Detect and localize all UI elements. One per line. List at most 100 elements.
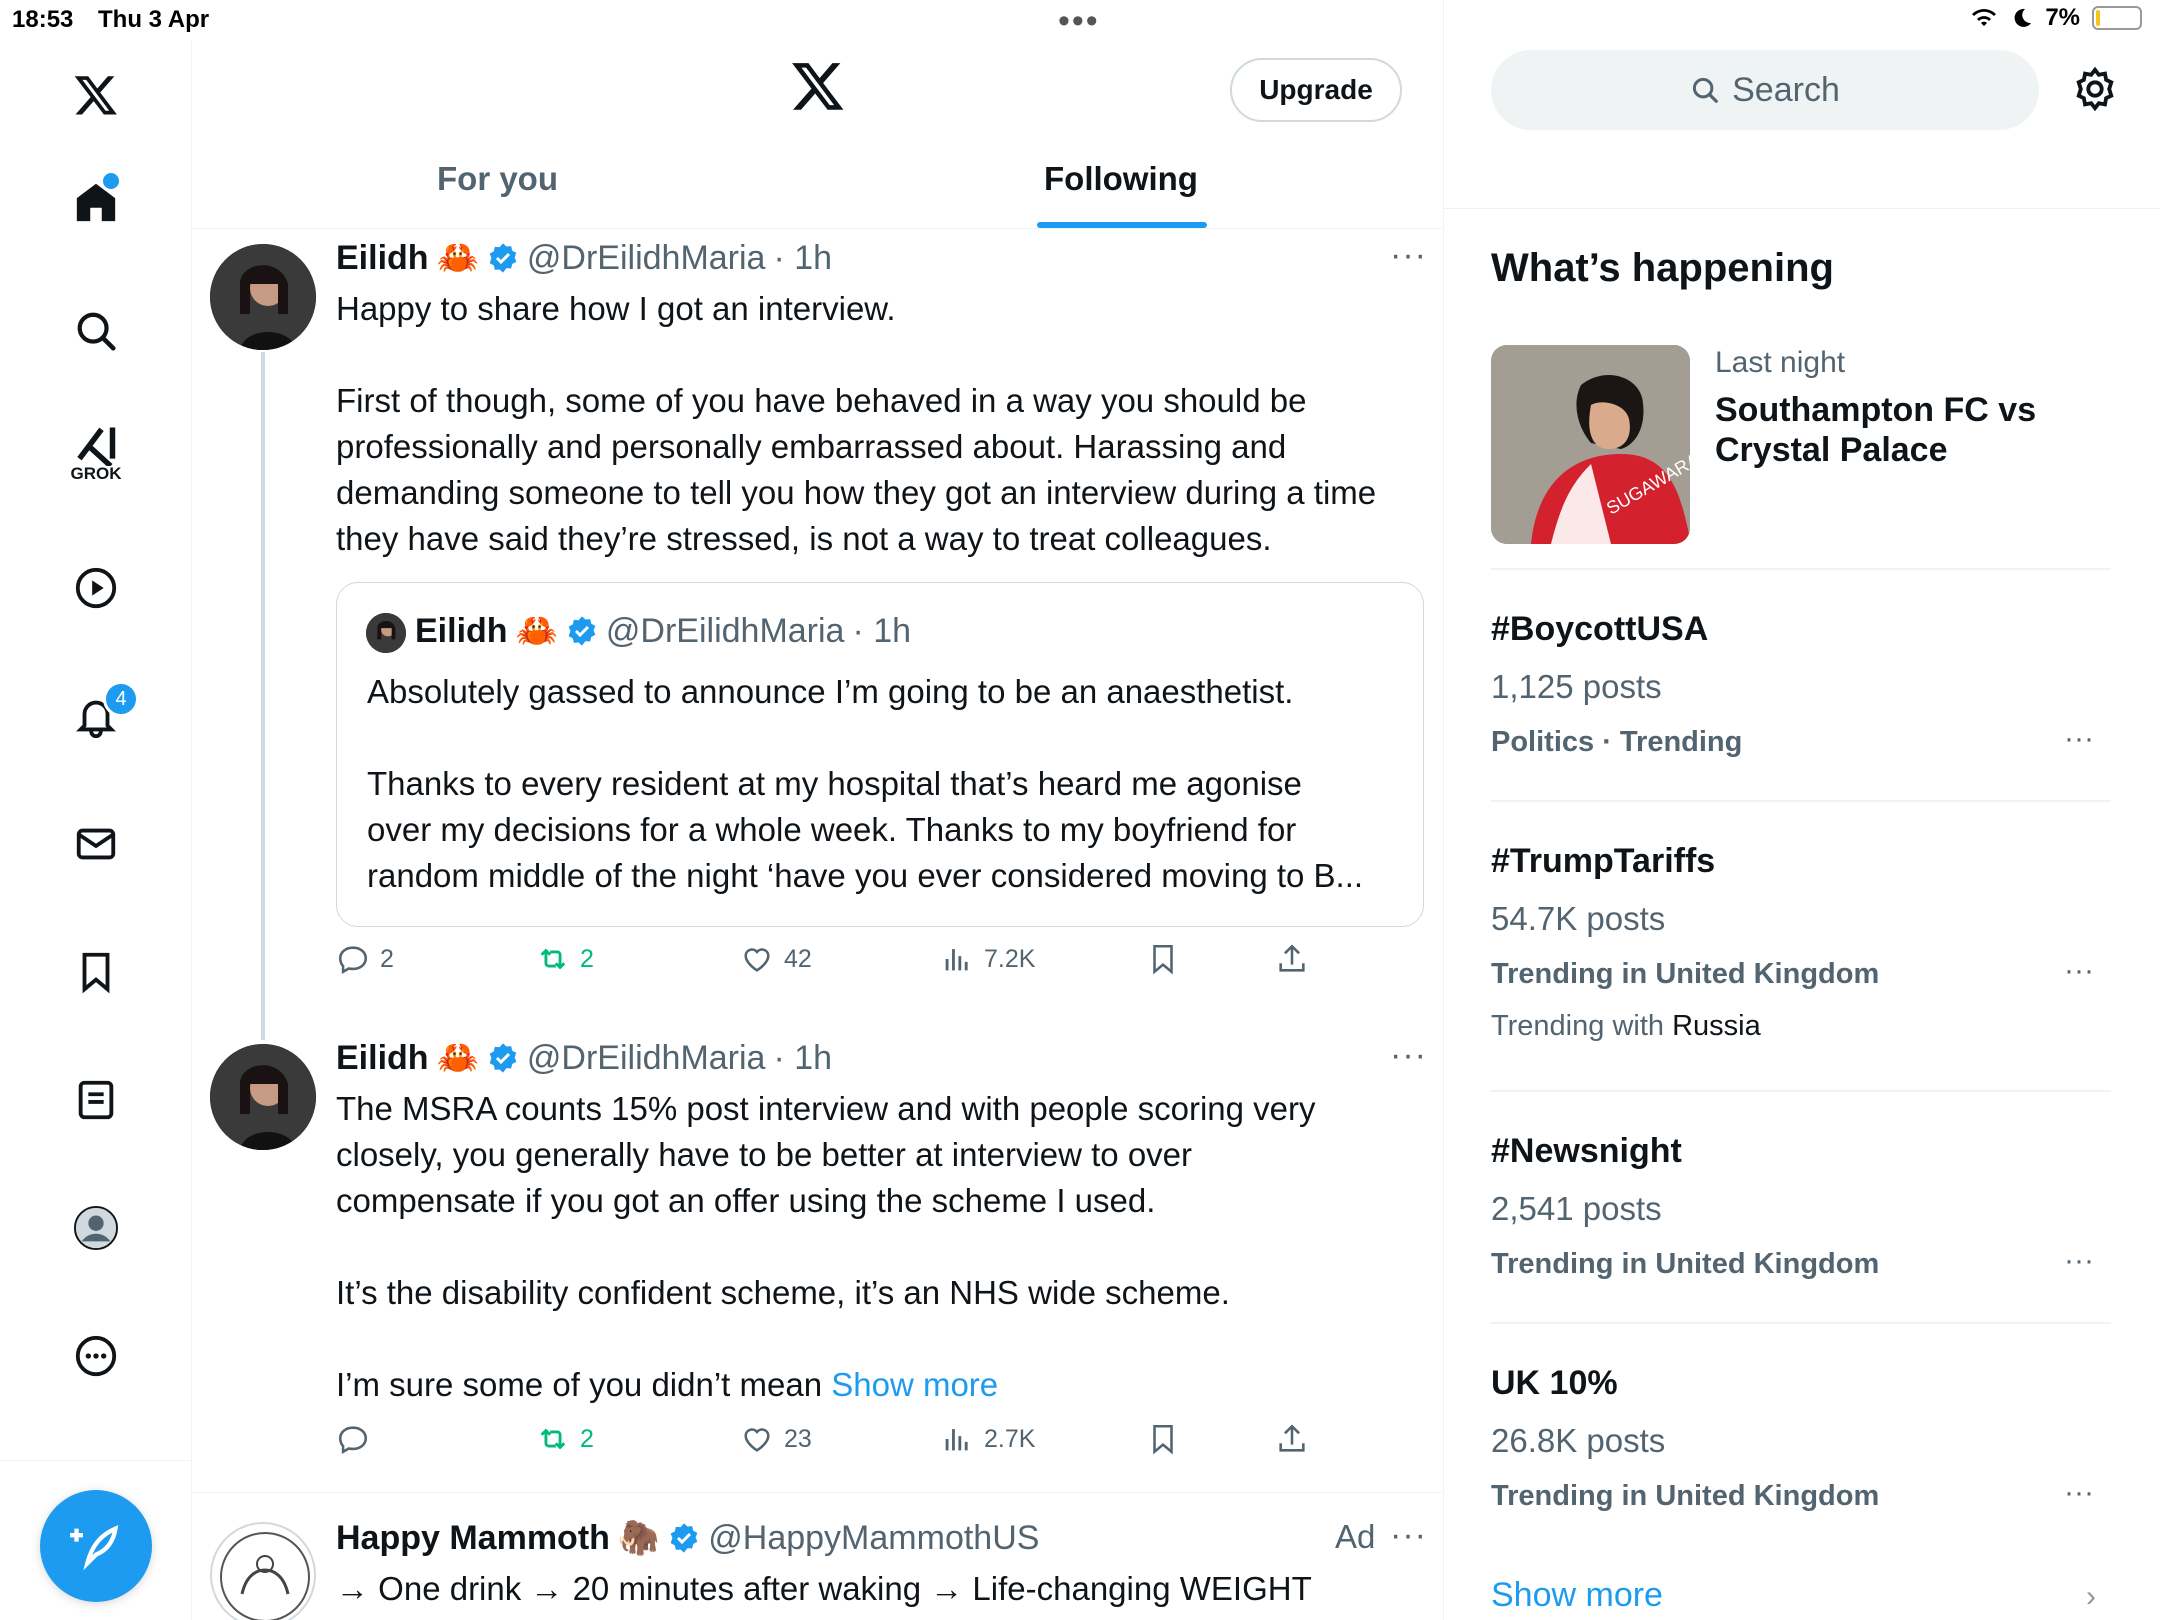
reply-button[interactable] <box>336 1422 380 1456</box>
retweet-button[interactable]: 2 <box>536 942 594 976</box>
trend-with-value[interactable]: Russia <box>1672 1010 1761 1042</box>
show-more-link[interactable]: Show more <box>1491 1576 1663 1615</box>
share-icon <box>1279 1424 1305 1452</box>
reply-icon <box>338 1426 368 1454</box>
news-time: Last night <box>1715 346 1846 379</box>
x-header-logo[interactable] <box>790 58 856 124</box>
reply-button[interactable]: 2 <box>336 942 394 976</box>
trend-more-icon[interactable]: ··· <box>2064 722 2094 756</box>
settings-icon[interactable] <box>2072 66 2118 117</box>
trend-meta: Trending in United Kingdom <box>1491 1248 1880 1280</box>
news-image[interactable]: SUGAWARA <box>1491 345 1690 544</box>
grok-icon[interactable]: GROK <box>63 420 129 486</box>
news-title[interactable]: Southampton FC vs Crystal Palace <box>1715 390 2036 470</box>
author-handle: @DrEilidhMaria <box>526 238 766 277</box>
retweet-count: 2 <box>580 944 594 973</box>
show-more-link[interactable]: Show more <box>831 1366 998 1403</box>
views-button[interactable]: 2.7K <box>940 1422 1035 1456</box>
video-icon[interactable] <box>63 555 129 621</box>
tweet-more-icon[interactable]: ··· <box>1390 1516 1427 1555</box>
lists-icon[interactable] <box>63 1067 129 1133</box>
views-count: 2.7K <box>984 1424 1036 1453</box>
trend-more-icon[interactable]: ··· <box>2064 1244 2094 1278</box>
tweet-author[interactable]: Eilidh 🦀 @DrEilidhMaria · 1h <box>336 1038 832 1078</box>
author-name: Happy Mammoth <box>336 1518 610 1557</box>
avatar[interactable] <box>210 244 316 350</box>
battery-icon <box>2092 6 2142 30</box>
search-icon <box>1693 77 1718 103</box>
column-divider <box>1443 0 1444 1620</box>
more-icon[interactable] <box>63 1323 129 1389</box>
tab-for-you[interactable]: For you <box>437 160 558 198</box>
status-time: 18:53 <box>12 6 74 33</box>
retweet-icon <box>540 1428 566 1450</box>
quote-text: Absolutely gassed to announce I’m going … <box>367 673 1364 894</box>
verified-icon <box>489 243 517 273</box>
tab-following[interactable]: Following <box>1044 160 1198 198</box>
author-emoji: 🦀 <box>436 239 479 277</box>
trend-divider <box>1491 568 2111 570</box>
trend-more-icon[interactable]: ··· <box>2064 954 2094 988</box>
notifications-icon[interactable]: 4 <box>63 681 139 749</box>
quoted-tweet[interactable]: Eilidh 🦀 @DrEilidhMaria · 1h Absolutely … <box>336 582 1424 927</box>
author-name: Eilidh <box>336 238 429 277</box>
trend-title[interactable]: #BoycottUSA <box>1491 610 1708 649</box>
bookmarks-icon[interactable] <box>63 939 129 1005</box>
avatar[interactable] <box>210 1044 316 1150</box>
bookmark-button[interactable] <box>1146 1422 1180 1456</box>
share-button[interactable] <box>1275 1422 1309 1456</box>
views-count: 7.2K <box>984 944 1036 973</box>
right-header-divider <box>1443 208 2160 209</box>
retweet-button[interactable]: 2 <box>536 1422 594 1456</box>
tweet-more-icon[interactable]: ··· <box>1390 1036 1427 1075</box>
home-icon[interactable] <box>63 169 129 235</box>
bookmark-icon <box>1153 944 1173 975</box>
trend-divider <box>1491 1322 2111 1324</box>
share-button[interactable] <box>1275 942 1309 976</box>
chevron-right-icon: › <box>2086 1580 2096 1613</box>
search-input[interactable]: Search <box>1491 50 2039 130</box>
tweet-actions: 2 23 2.7K <box>336 1422 1336 1466</box>
tweet-more-icon[interactable]: ··· <box>1390 236 1427 275</box>
sidebar: GROK 4 <box>0 40 192 1620</box>
trend-more-icon[interactable]: ··· <box>2064 1476 2094 1510</box>
tweet-time: · 1h <box>773 238 833 277</box>
trend-title[interactable]: #TrumpTariffs <box>1491 842 1715 881</box>
trend-with-prefix: Trending with <box>1491 1010 1673 1042</box>
profile-icon[interactable] <box>63 1195 129 1261</box>
trend-meta: Trending in United Kingdom <box>1491 1480 1880 1512</box>
like-button[interactable]: 23 <box>740 1422 812 1456</box>
quote-author: Eilidh 🦀 @DrEilidhMaria · 1h <box>415 611 911 651</box>
compose-button[interactable] <box>40 1490 152 1602</box>
like-button[interactable]: 42 <box>740 942 812 976</box>
like-count: 42 <box>784 944 812 973</box>
trend-title[interactable]: UK 10% <box>1491 1364 1618 1403</box>
views-icon <box>945 949 968 971</box>
author-emoji: 🦀 <box>436 1039 479 1077</box>
avatar[interactable] <box>210 1522 316 1620</box>
bookmark-button[interactable] <box>1146 942 1180 976</box>
notification-badge: 4 <box>103 681 139 717</box>
views-button[interactable]: 7.2K <box>940 942 1035 976</box>
messages-icon[interactable] <box>63 811 129 877</box>
tweet-author[interactable]: Eilidh 🦀 @DrEilidhMaria · 1h <box>336 238 832 278</box>
ad-label: Ad <box>1335 1518 1376 1555</box>
trend-divider <box>1491 800 2111 802</box>
trend-meta: Politics · Trending <box>1491 726 1743 758</box>
verified-icon <box>670 1523 698 1553</box>
tweet-author[interactable]: Happy Mammoth 🦣 @HappyMammothUS <box>336 1518 1039 1558</box>
news-title-line2: Crystal Palace <box>1715 431 1948 469</box>
thread-line <box>261 352 265 1040</box>
status-bar: 18:53 Thu 3 Apr ••• 7% <box>0 0 2160 40</box>
upgrade-button[interactable]: Upgrade <box>1230 58 1402 122</box>
trend-posts: 54.7K posts <box>1491 900 1666 937</box>
trend-meta: Trending in United Kingdom <box>1491 958 1880 990</box>
multitasking-icon[interactable]: ••• <box>1058 2 1100 41</box>
author-handle: @HappyMammothUS <box>708 1518 1040 1557</box>
reply-icon <box>338 946 368 974</box>
status-date: Thu 3 Apr <box>98 6 210 33</box>
x-logo-icon[interactable] <box>63 62 129 128</box>
trend-title[interactable]: #Newsnight <box>1491 1132 1682 1171</box>
compose-icon <box>70 1525 119 1571</box>
search-icon[interactable] <box>63 298 129 364</box>
